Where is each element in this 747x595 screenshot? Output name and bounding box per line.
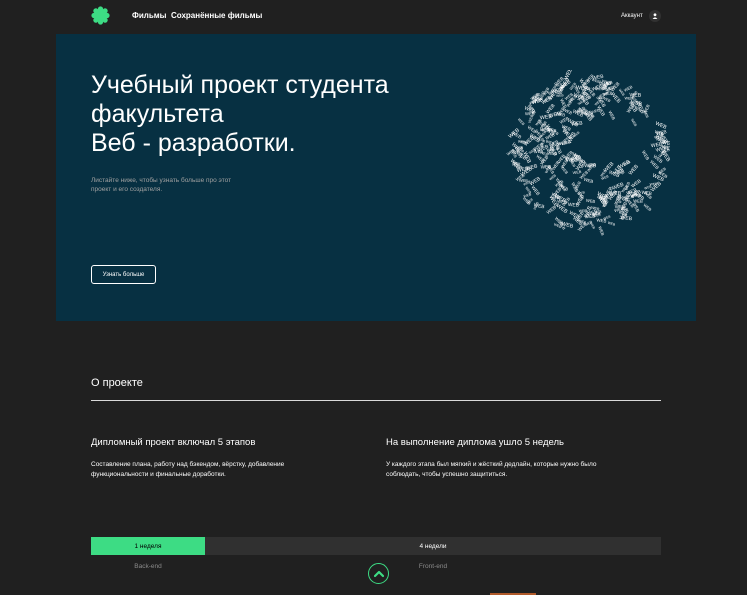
timeline-backend-label: Back-end	[134, 563, 162, 570]
globe-word: WEB	[641, 150, 650, 161]
globe-word: WEB	[548, 111, 561, 119]
web-globe-illustration: WEBWEBWEBWEBWEBWEBWEBWEBWEBWEBWEBWEBWEBW…	[506, 70, 670, 237]
user-icon	[648, 9, 661, 22]
account-label: Аккаунт	[621, 12, 643, 19]
weeks-heading: На выполнение диплома ушло 5 недель	[386, 437, 564, 448]
hero-banner: Учебный проект студента факультета Веб -…	[56, 34, 696, 321]
globe-word: WEB	[629, 93, 641, 99]
globe-word: WEB	[560, 165, 570, 175]
timeline-bar: 1 неделя 4 недели	[91, 537, 661, 555]
globe-word: WEB	[564, 70, 575, 81]
stages-heading: Дипломный проект включал 5 этапов	[91, 437, 256, 448]
globe-word: WEB	[597, 226, 605, 237]
timeline-backend-duration: 1 неделя	[91, 537, 205, 555]
hero-subtitle: Листайте ниже, чтобы узнать больше про э…	[91, 177, 232, 193]
scroll-up-button[interactable]	[368, 563, 389, 584]
hero-title: Учебный проект студента факультета Веб -…	[91, 71, 451, 158]
globe-word: WEB	[517, 117, 526, 126]
timeline-frontend-duration: 4 недели	[205, 537, 661, 555]
hero-title-line: Учебный проект студента	[91, 71, 389, 99]
globe-word: WEB	[608, 110, 617, 121]
hero-title-line: Веб - разработки.	[91, 129, 296, 157]
stages-text: Составление плана, работу над бэкендом, …	[91, 461, 285, 478]
about-weeks-block: На выполнение диплома ушло 5 недель У ка…	[386, 437, 626, 480]
globe-word: WEB	[607, 221, 616, 227]
globe-word: WEB	[586, 198, 596, 204]
divider	[91, 400, 661, 401]
globe-word: WEB	[583, 177, 594, 185]
globe-word: WEB	[650, 182, 659, 186]
about-stages-block: Дипломный проект включал 5 этапов Состав…	[91, 437, 331, 480]
globe-word: WEB	[630, 118, 638, 128]
globe-word: WEB	[526, 163, 539, 172]
globe-word: WEB	[603, 214, 612, 221]
globe-word: WEB	[628, 163, 641, 176]
account-button[interactable]: Аккаунт	[621, 9, 661, 22]
nav-films-link[interactable]: Фильмы	[132, 11, 167, 20]
globe-word: WEB	[630, 178, 642, 188]
logo-flower-icon[interactable]	[91, 6, 110, 25]
nav-saved-films-link[interactable]: Сохранённые фильмы	[171, 11, 262, 20]
globe-word: WEB	[519, 178, 528, 183]
chevron-up-icon	[373, 566, 384, 581]
header: Фильмы Сохранённые фильмы Аккаунт	[0, 0, 747, 33]
globe-word: WEB	[642, 202, 652, 212]
timeline-frontend-label: Front-end	[418, 563, 448, 570]
hero-title-line: факультета	[91, 100, 224, 128]
weeks-text: У каждого этапа был мягкий и жёсткий дед…	[386, 461, 597, 478]
globe-word: WEB	[609, 91, 622, 104]
about-section-title: О проекте	[91, 377, 143, 389]
learn-more-button[interactable]: Узнать больше	[91, 265, 156, 284]
